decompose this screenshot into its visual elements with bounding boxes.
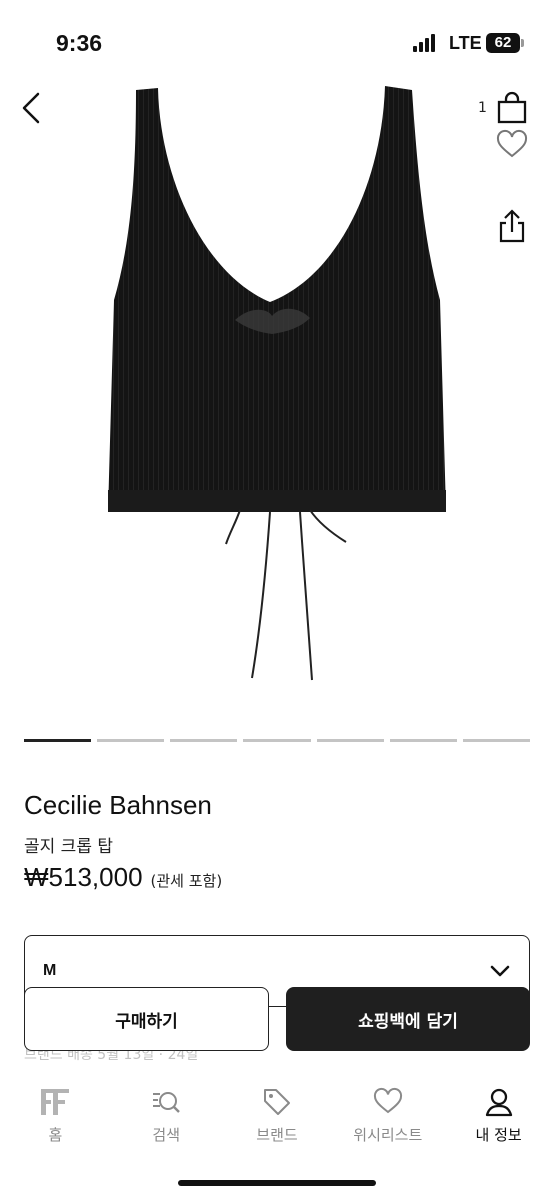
tab-label: 브랜드 xyxy=(256,1126,298,1144)
heart-icon xyxy=(496,129,528,158)
product-image[interactable] xyxy=(0,70,554,720)
brand-name[interactable]: Cecilie Bahnsen xyxy=(24,790,212,821)
product-name: 골지 크롭 탑 xyxy=(24,837,114,857)
add-to-bag-button[interactable]: 쇼핑백에 담기 xyxy=(286,987,530,1051)
chevron-left-icon xyxy=(22,92,40,124)
tab-label: 내 정보 xyxy=(475,1126,522,1144)
battery-icon: 62 xyxy=(486,33,524,53)
tab-my-info[interactable]: 내 정보 xyxy=(443,1070,554,1160)
home-indicator xyxy=(178,1180,376,1186)
tab-label: 홈 xyxy=(48,1126,63,1144)
status-time: 9:36 xyxy=(56,30,103,56)
carousel-dot xyxy=(97,739,165,742)
carousel-dot xyxy=(243,739,311,742)
share-icon xyxy=(499,209,525,243)
user-icon xyxy=(485,1088,512,1117)
chevron-down-icon xyxy=(490,965,510,977)
tab-label: 위시리스트 xyxy=(353,1126,423,1144)
share-button[interactable] xyxy=(494,206,530,246)
price-row: ₩513,000 (관세 포함) xyxy=(24,862,222,893)
status-bar: 9:36 LTE 62 xyxy=(0,0,554,80)
cart-count-badge: 1 xyxy=(478,100,487,116)
price-note: (관세 포함) xyxy=(150,872,223,890)
price: ₩513,000 xyxy=(24,862,143,892)
shopping-bag-button[interactable] xyxy=(494,90,530,126)
shopping-bag-icon xyxy=(497,91,527,124)
network-label: LTE xyxy=(449,33,482,53)
tab-home[interactable]: 홈 xyxy=(0,1070,111,1160)
tab-bar: 홈 검색 브랜드 위시리스트 내 정보 xyxy=(0,1070,554,1160)
carousel-dot xyxy=(389,739,457,742)
search-icon xyxy=(153,1092,181,1113)
back-button[interactable] xyxy=(14,88,50,128)
tab-wishlist[interactable]: 위시리스트 xyxy=(332,1070,443,1160)
tab-search[interactable]: 검색 xyxy=(111,1070,222,1160)
tab-brands[interactable]: 브랜드 xyxy=(222,1070,333,1160)
buy-now-button[interactable]: 구매하기 xyxy=(24,987,269,1051)
ff-logo-icon xyxy=(41,1089,70,1115)
tag-icon xyxy=(263,1089,290,1115)
heart-icon xyxy=(373,1088,402,1114)
image-carousel-indicator xyxy=(24,739,530,743)
wishlist-button[interactable] xyxy=(494,128,530,162)
carousel-dot xyxy=(316,739,384,742)
battery-level: 62 xyxy=(486,33,520,53)
tab-label: 검색 xyxy=(152,1126,180,1144)
carousel-dot xyxy=(170,739,238,742)
signal-icon xyxy=(413,34,439,52)
carousel-dot xyxy=(24,739,92,742)
size-value: M xyxy=(43,962,57,979)
carousel-dot xyxy=(462,739,530,742)
